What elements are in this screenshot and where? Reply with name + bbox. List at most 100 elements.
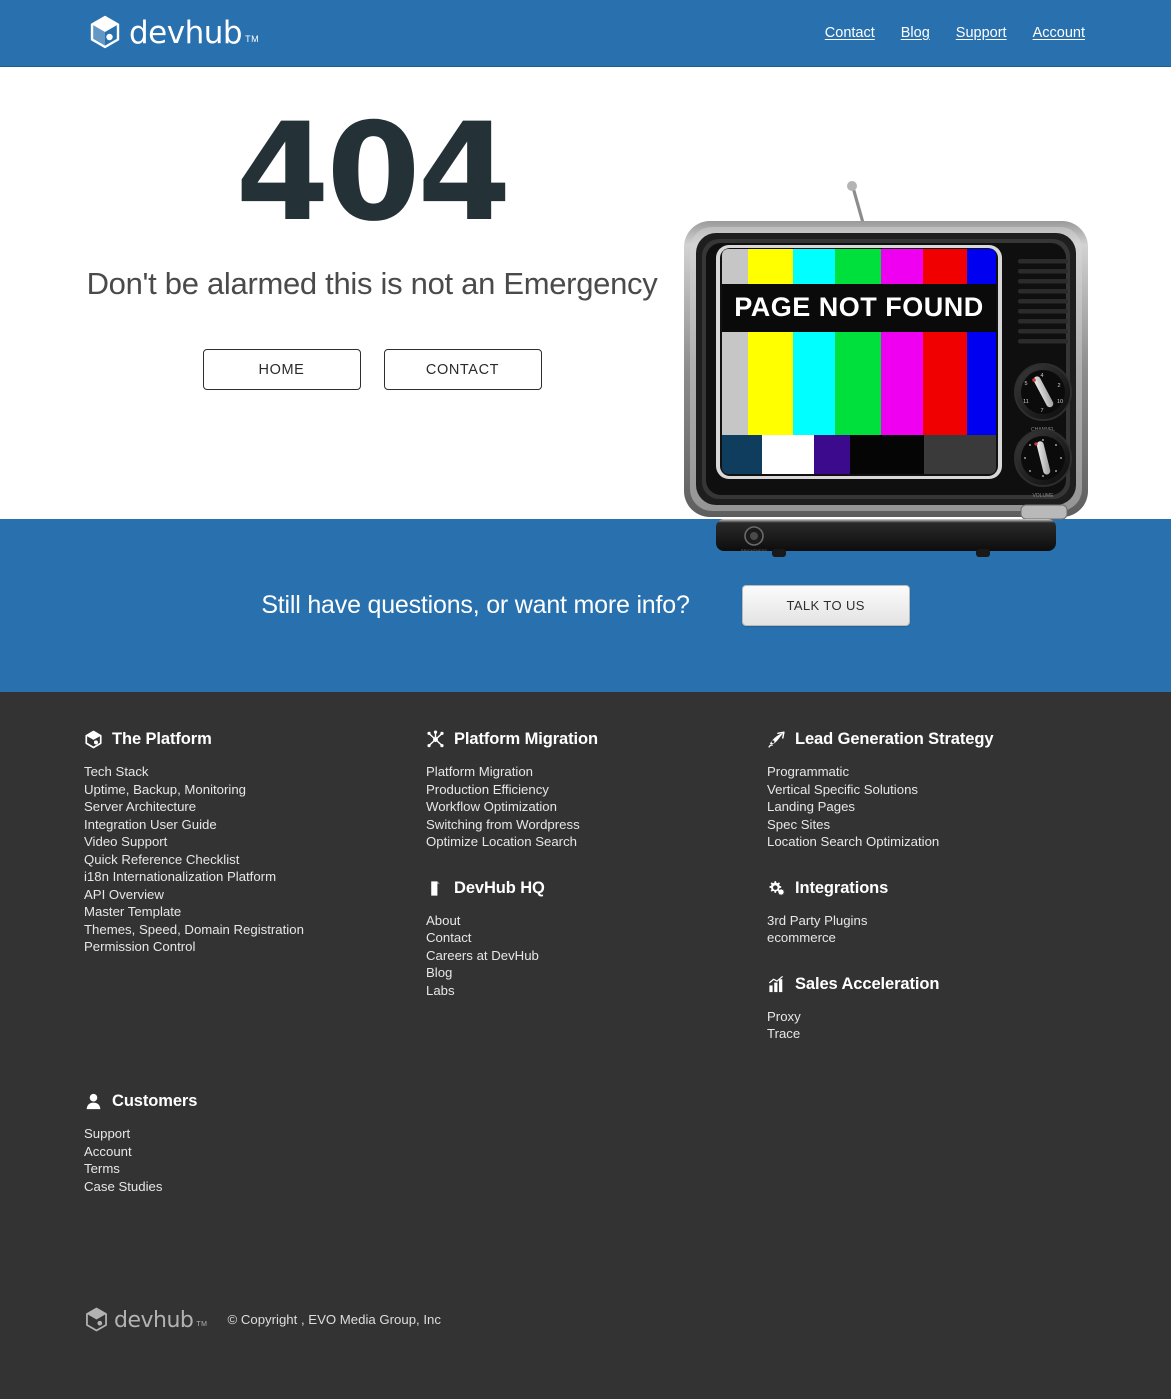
footer-link[interactable]: About	[426, 912, 756, 930]
footer-logo[interactable]: devhub TM	[84, 1306, 207, 1333]
footer-heading-customers: Customers	[84, 1092, 414, 1111]
footer-links-integrations: 3rd Party Plugins ecommerce	[767, 912, 1107, 947]
footer-link[interactable]: Account	[84, 1143, 414, 1161]
footer-link[interactable]: Careers at DevHub	[426, 947, 756, 965]
rocket-icon	[767, 730, 786, 749]
footer-heading-sales: Sales Acceleration	[767, 975, 1107, 994]
footer-link[interactable]: Integration User Guide	[84, 816, 414, 834]
footer-heading-hq: DevHub HQ	[426, 879, 756, 898]
user-icon	[84, 1092, 103, 1111]
error-code: 404	[235, 94, 512, 251]
hero-text-block: 404 Don't be alarmed this is not an Emer…	[0, 67, 744, 390]
footer-link[interactable]: Proxy	[767, 1008, 1107, 1026]
svg-text:4: 4	[1040, 373, 1043, 379]
footer-link[interactable]: Vertical Specific Solutions	[767, 781, 1107, 799]
footer-link[interactable]: Workflow Optimization	[426, 798, 756, 816]
footer-heading-label: Sales Acceleration	[795, 974, 940, 993]
footer-link[interactable]: Master Template	[84, 903, 414, 921]
footer-logo-trademark: TM	[196, 1321, 208, 1328]
footer-heading-migration: Platform Migration	[426, 730, 756, 749]
footer-link[interactable]: Tech Stack	[84, 763, 414, 781]
svg-text:7: 7	[1040, 408, 1043, 414]
error-subtitle: Don't be alarmed this is not an Emergenc…	[86, 266, 658, 301]
nav-link-contact[interactable]: Contact	[825, 25, 875, 41]
footer-link[interactable]: ecommerce	[767, 929, 1107, 947]
svg-text:10: 10	[1057, 399, 1063, 405]
footer-link[interactable]: i18n Internationalization Platform	[84, 868, 414, 886]
footer-link[interactable]: Themes, Speed, Domain Registration	[84, 921, 414, 939]
chart-icon	[767, 975, 786, 994]
footer-link[interactable]: Video Support	[84, 833, 414, 851]
footer-heading-label: Integrations	[795, 878, 889, 897]
footer-link[interactable]: Programmatic	[767, 763, 1107, 781]
footer-links-customers: Support Account Terms Case Studies	[84, 1125, 414, 1195]
footer-link[interactable]: Production Efficiency	[426, 781, 756, 799]
tv-color-bars	[722, 249, 996, 474]
footer-link[interactable]: Location Search Optimization	[767, 833, 1107, 851]
footer-link[interactable]: Labs	[426, 982, 756, 1000]
footer-link[interactable]: Trace	[767, 1025, 1107, 1043]
tv-volume-knob	[1014, 429, 1072, 487]
tv-brightness-label: BRIGHTNESS	[741, 548, 767, 553]
footer-link[interactable]: Server Architecture	[84, 798, 414, 816]
footer-link[interactable]: Permission Control	[84, 938, 414, 956]
footer-link[interactable]: Contact	[426, 929, 756, 947]
footer-link[interactable]: Optimize Location Search	[426, 833, 756, 851]
footer-link[interactable]: Uptime, Backup, Monitoring	[84, 781, 414, 799]
footer-link[interactable]: Spec Sites	[767, 816, 1107, 834]
site-footer: The Platform Tech Stack Uptime, Backup, …	[0, 692, 1171, 1399]
footer-column-customers: Customers Support Account Terms Case Stu…	[84, 1092, 414, 1195]
footer-heading-label: The Platform	[112, 730, 212, 748]
footer-links-migration: Platform Migration Production Efficiency…	[426, 763, 756, 851]
tv-illustration: PAGE NOT FOUND 4 2 10 7 11 5 VOLUME BRIG…	[676, 149, 1096, 569]
footer-link[interactable]: Quick Reference Checklist	[84, 851, 414, 869]
footer-heading-label: Customers	[112, 1092, 198, 1110]
footer-link[interactable]: Terms	[84, 1160, 414, 1178]
error-hero: 404 Don't be alarmed this is not an Emer…	[0, 67, 1171, 557]
logo-wordmark: devhub	[129, 15, 243, 51]
footer-link[interactable]: Case Studies	[84, 1178, 414, 1196]
talk-to-us-button[interactable]: TALK TO US	[741, 585, 910, 626]
header-nav: Contact Blog Support Account	[825, 25, 1085, 41]
footer-logo-wordmark: devhub	[114, 1308, 194, 1333]
footer-links-leadgen: Programmatic Vertical Specific Solutions…	[767, 763, 1107, 851]
footer-heading-label: DevHub HQ	[454, 878, 545, 897]
footer-link[interactable]: 3rd Party Plugins	[767, 912, 1107, 930]
tv-speaker-grille	[1018, 259, 1068, 344]
footer-link[interactable]: Switching from Wordpress	[426, 816, 756, 834]
devhub-cube-icon	[84, 1306, 109, 1333]
cta-headline: Still have questions, or want more info?	[261, 591, 690, 619]
gears-icon	[767, 879, 786, 898]
footer-column-migration: Platform Migration Platform Migration Pr…	[426, 730, 756, 999]
nav-link-support[interactable]: Support	[956, 25, 1007, 41]
building-icon	[426, 879, 445, 898]
contact-button[interactable]: CONTACT	[383, 349, 542, 390]
nav-link-account[interactable]: Account	[1033, 25, 1085, 41]
footer-bottom-bar: devhub TM © Copyright , EVO Media Group,…	[84, 1306, 441, 1333]
footer-heading-label: Platform Migration	[454, 730, 598, 748]
tv-screen-message: PAGE NOT FOUND	[734, 292, 984, 322]
footer-column-platform: The Platform Tech Stack Uptime, Backup, …	[84, 730, 414, 956]
sitemap-icon	[426, 730, 445, 749]
footer-links-sales: Proxy Trace	[767, 1008, 1107, 1043]
cube-icon	[84, 730, 103, 749]
devhub-cube-icon	[88, 14, 122, 50]
header-logo[interactable]: devhub TM	[88, 14, 259, 50]
retro-tv-graphic: PAGE NOT FOUND 4 2 10 7 11 5 VOLUME BRIG…	[684, 181, 1088, 557]
svg-text:11: 11	[1023, 399, 1029, 405]
nav-link-blog[interactable]: Blog	[901, 25, 930, 41]
footer-column-leadgen: Lead Generation Strategy Programmatic Ve…	[767, 730, 1107, 1043]
copyright-text: © Copyright , EVO Media Group, Inc	[227, 1312, 441, 1327]
footer-heading-platform: The Platform	[84, 730, 414, 749]
tv-power-button	[1020, 504, 1068, 520]
footer-heading-label: Lead Generation Strategy	[795, 730, 994, 748]
home-button[interactable]: HOME	[202, 349, 361, 390]
footer-link[interactable]: API Overview	[84, 886, 414, 904]
footer-link[interactable]: Support	[84, 1125, 414, 1143]
logo-trademark: TM	[245, 34, 260, 44]
footer-link[interactable]: Platform Migration	[426, 763, 756, 781]
tv-channel-knob: 4 2 10 7 11 5	[1014, 363, 1072, 421]
footer-link[interactable]: Blog	[426, 964, 756, 982]
footer-link[interactable]: Landing Pages	[767, 798, 1107, 816]
hero-actions: HOME CONTACT	[0, 349, 744, 390]
